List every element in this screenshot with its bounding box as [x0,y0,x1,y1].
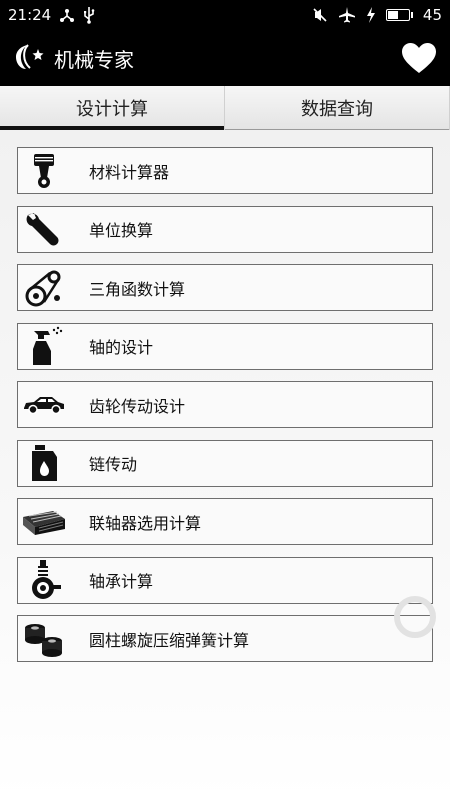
tab-data-query[interactable]: 数据查询 [225,86,450,130]
item-label: 链传动 [89,455,138,474]
belt-drive-icon [18,265,70,310]
wrench-icon [18,207,70,252]
item-label: 轴的设计 [89,338,154,357]
content-area: 材料计算器 单位换算 三角函数计算 轴的设计 齿轮传动设计 链传动 联轴器选用计… [0,130,450,800]
tab-bar: 设计计算 数据查询 [0,86,450,130]
oil-filter-icon [18,616,70,661]
silent-icon [312,6,328,24]
heart-icon[interactable] [400,40,438,76]
usb-icon [83,6,95,24]
item-label: 单位换算 [89,221,154,240]
list-item-gear-design[interactable]: 齿轮传动设计 [17,381,433,428]
wheel-suspension-icon [18,558,70,603]
charging-icon [366,6,376,24]
list-item-bearing-calc[interactable]: 轴承计算 [17,556,433,604]
status-bar: 21:24 45 [0,0,450,30]
list-item-spring-calc[interactable]: 圆柱螺旋压缩弹簧计算 [17,615,433,662]
item-label: 三角函数计算 [89,279,186,299]
battery-level: 45 [422,6,442,24]
status-left: 21:24 [8,6,95,24]
status-time: 21:24 [8,6,52,24]
item-label: 材料计算器 [89,162,170,182]
item-label: 圆柱螺旋压缩弹簧计算 [89,630,250,650]
radiator-icon [18,499,70,544]
list-item-trig-calc[interactable]: 三角函数计算 [17,264,433,311]
item-label: 联轴器选用计算 [89,513,202,533]
status-right: 45 [312,6,442,24]
usb-tether-icon [59,6,75,24]
list-item-chain-drive[interactable]: 链传动 [17,439,433,487]
item-label: 齿轮传动设计 [89,396,186,416]
item-label: 轴承计算 [89,572,154,591]
airplane-mode-icon [338,6,356,24]
tab-label: 数据查询 [301,99,373,120]
list-item-coupling-calc[interactable]: 联轴器选用计算 [17,498,433,545]
car-icon [18,382,70,427]
moon-star-logo-icon [14,41,48,75]
app-title: 机械专家 [54,47,134,72]
list-item-unit-conversion[interactable]: 单位换算 [17,205,433,253]
tab-label: 设计计算 [76,99,148,120]
piston-icon [18,148,70,193]
tab-design-calc[interactable]: 设计计算 [0,86,225,130]
list-item-shaft-design[interactable]: 轴的设计 [17,322,433,370]
list-item-material-calculator[interactable]: 材料计算器 [17,147,433,194]
floating-assistive-button[interactable] [394,596,436,638]
app-bar: 机械专家 [0,30,450,86]
menu-list: 材料计算器 单位换算 三角函数计算 轴的设计 齿轮传动设计 链传动 联轴器选用计… [17,147,433,674]
oil-can-icon [18,441,70,486]
spray-bottle-icon [18,324,70,369]
battery-icon [385,9,413,21]
